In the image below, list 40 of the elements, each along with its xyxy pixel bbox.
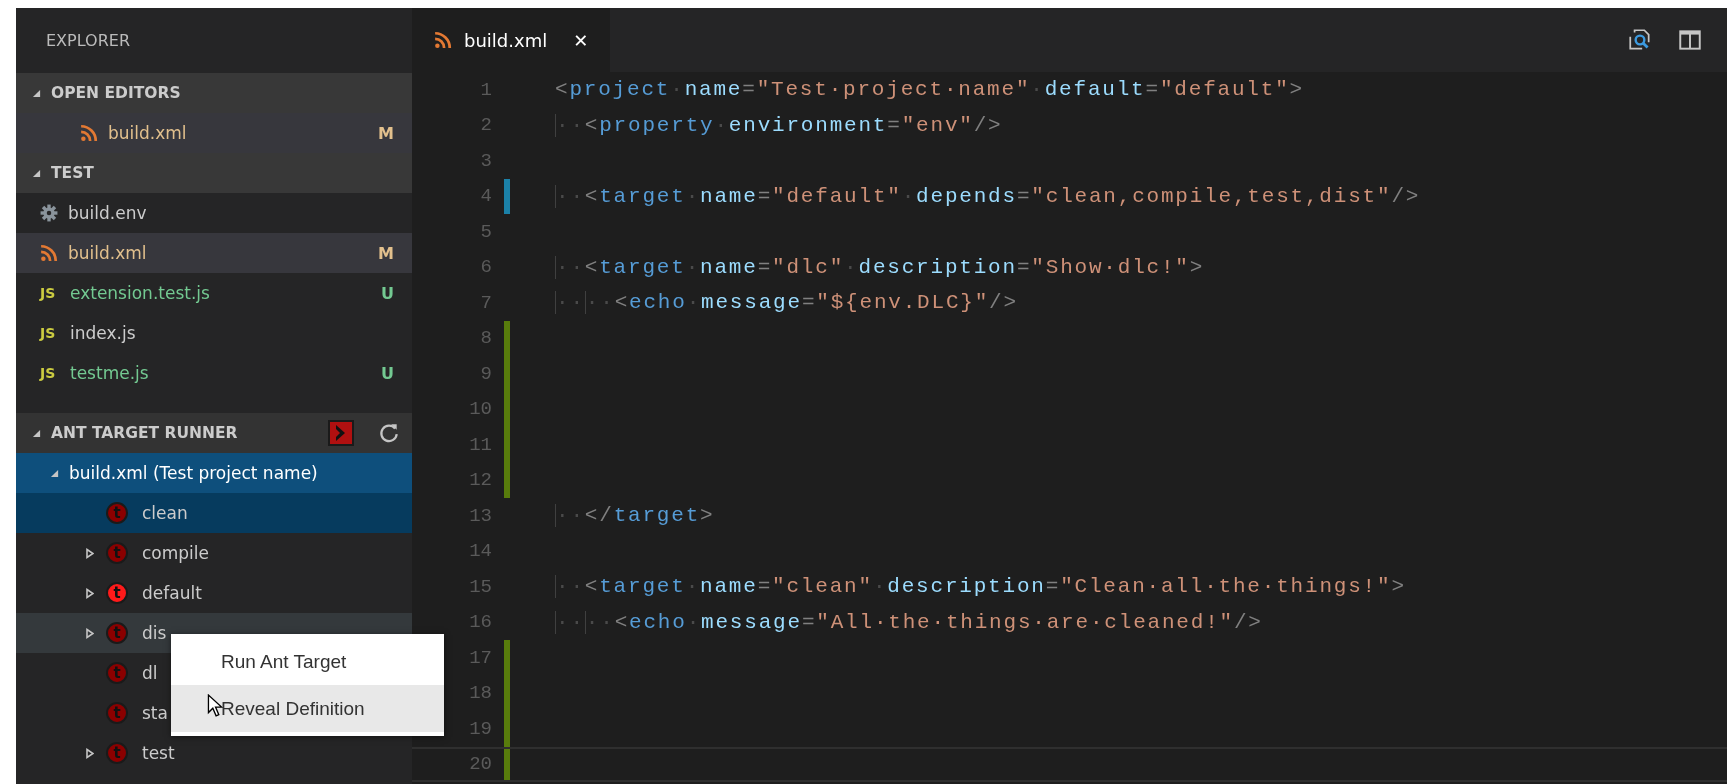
line-number: 5	[479, 220, 492, 243]
line-number: 3	[479, 149, 492, 172]
js-icon: JS	[40, 285, 60, 301]
line-number: 14	[468, 540, 492, 563]
line-number: 15	[468, 575, 492, 598]
line-number: 9	[479, 362, 492, 385]
line-number: 13	[468, 504, 492, 527]
line-number: 4	[479, 185, 492, 208]
line-number: 1	[479, 78, 492, 101]
target-icon: t	[106, 702, 128, 724]
target-icon: t	[106, 742, 128, 764]
target-icon: t	[106, 622, 128, 644]
section-title: ANT TARGET RUNNER	[51, 424, 239, 442]
code-line: <project·name="Test·project·name"·default="default">	[555, 78, 1304, 102]
line-number: 11	[468, 433, 492, 456]
line-number: 12	[468, 469, 492, 492]
line-number: 8	[479, 327, 492, 350]
code-line: ····<echo·message="${env.DLC}"/>	[555, 291, 1018, 315]
line-number: 6	[479, 256, 492, 279]
line-number: 2	[479, 114, 492, 137]
line-number: 16	[468, 611, 492, 634]
line-number: 18	[468, 682, 492, 705]
line-number: 7	[479, 291, 492, 314]
js-icon: JS	[40, 365, 60, 381]
code-line: ··<property·environment="env"/>	[555, 113, 1003, 137]
line-number: 17	[468, 646, 492, 669]
target-icon: t	[106, 662, 128, 684]
line-number: 20	[468, 753, 492, 776]
target-icon: t	[106, 542, 128, 564]
line-number: 10	[468, 398, 492, 421]
target-icon: t	[106, 502, 128, 524]
code-line: ··<target·name="default"·depends="clean,compile,test,dist"/>	[555, 184, 1421, 208]
code-line: ··<target·name="dlc"·description="Show·dlc!">	[555, 255, 1205, 279]
code-line: ··<target·name="clean"·description="Clean·all·the·things!">	[555, 575, 1406, 599]
sidebar-title: EXPLORER	[46, 31, 130, 50]
code-line: ····<echo·message="All·the·things·are·cleaned!"/>	[555, 610, 1263, 634]
code-line: ··</target>	[555, 504, 715, 528]
line-number: 19	[468, 717, 492, 740]
target-icon: t	[106, 582, 128, 604]
js-icon: JS	[40, 325, 60, 341]
